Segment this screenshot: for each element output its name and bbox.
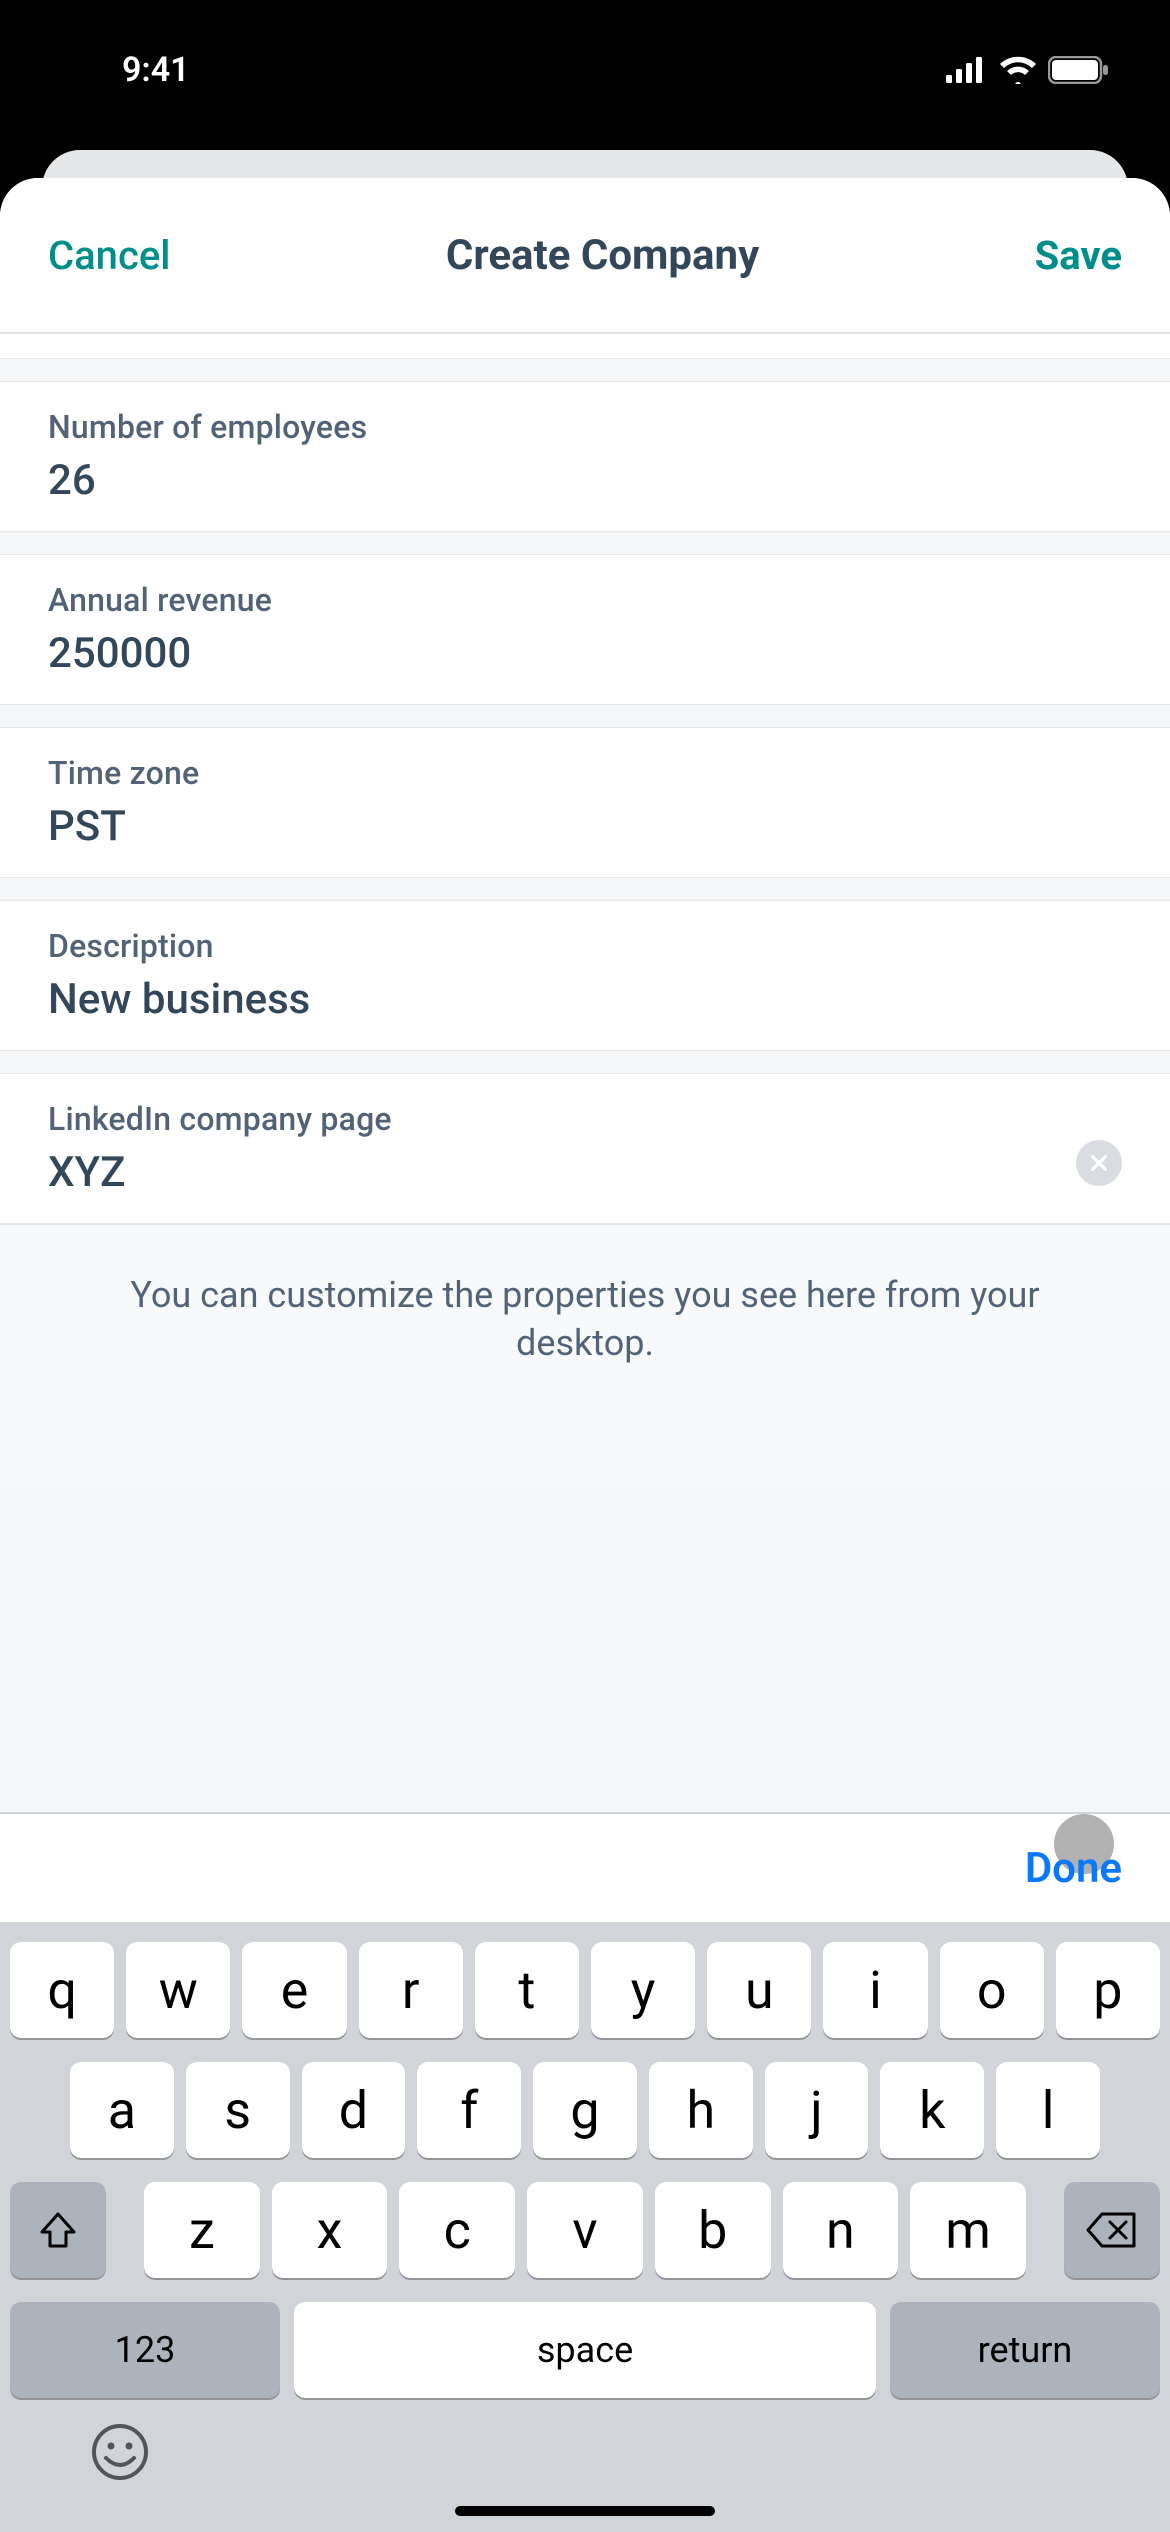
key-return[interactable]: return (890, 2302, 1160, 2398)
field-value: New business (48, 975, 1122, 1024)
emoji-icon[interactable] (90, 2422, 150, 2482)
key-w[interactable]: w (126, 1942, 230, 2038)
keyboard-row-1: q w e r t y u i o p (10, 1942, 1160, 2038)
field-label: Description (48, 927, 1122, 965)
key-n[interactable]: n (783, 2182, 899, 2278)
shift-icon (36, 2208, 80, 2252)
key-h[interactable]: h (649, 2062, 753, 2158)
key-a[interactable]: a (70, 2062, 174, 2158)
key-y[interactable]: y (591, 1942, 695, 2038)
key-u[interactable]: u (707, 1942, 811, 2038)
key-numbers[interactable]: 123 (10, 2302, 280, 2398)
key-s[interactable]: s (186, 2062, 290, 2158)
delete-icon (1086, 2210, 1138, 2250)
field-value: 250000 (48, 629, 1122, 678)
key-p[interactable]: p (1056, 1942, 1160, 2038)
keyboard-row-3: z x c v b n m (10, 2182, 1160, 2278)
key-q[interactable]: q (10, 1942, 114, 2038)
wifi-icon (998, 56, 1038, 84)
key-k[interactable]: k (880, 2062, 984, 2158)
status-icons (946, 56, 1120, 84)
keyboard-row-bottom: 123 space return (10, 2302, 1160, 2398)
field-time-zone[interactable]: Time zone PST (0, 727, 1170, 878)
partial-prev-row (0, 333, 1170, 359)
done-button[interactable]: Done (1025, 1844, 1122, 1893)
field-linkedin-company-page[interactable]: LinkedIn company page XYZ (0, 1073, 1170, 1224)
key-o[interactable]: o (940, 1942, 1044, 2038)
key-delete[interactable] (1064, 2182, 1160, 2278)
clear-field-button[interactable] (1076, 1140, 1122, 1186)
key-t[interactable]: t (475, 1942, 579, 2038)
modal-sheet: Cancel Create Company Save Number of emp… (0, 178, 1170, 2532)
sheet-header: Cancel Create Company Save (0, 178, 1170, 333)
field-annual-revenue[interactable]: Annual revenue 250000 (0, 554, 1170, 705)
field-label: Number of employees (48, 408, 1122, 446)
key-b[interactable]: b (655, 2182, 771, 2278)
field-label: Annual revenue (48, 581, 1122, 619)
key-d[interactable]: d (302, 2062, 406, 2158)
keyboard-accessory-bar: Done (0, 1812, 1170, 1922)
status-time: 9:41 (50, 50, 190, 90)
key-c[interactable]: c (399, 2182, 515, 2278)
customize-info-text: You can customize the properties you see… (0, 1224, 1170, 1487)
key-m[interactable]: m (910, 2182, 1026, 2278)
cancel-button[interactable]: Cancel (48, 232, 170, 279)
cellular-icon (946, 57, 988, 83)
battery-icon (1048, 56, 1110, 84)
close-icon (1088, 1152, 1110, 1174)
field-label: Time zone (48, 754, 1122, 792)
field-label: LinkedIn company page (48, 1100, 1122, 1138)
key-g[interactable]: g (533, 2062, 637, 2158)
field-value: 26 (48, 456, 1122, 505)
keyboard-row-2: a s d f g h j k l (10, 2062, 1160, 2158)
status-bar: 9:41 (0, 0, 1170, 150)
field-value: PST (48, 802, 1122, 851)
key-l[interactable]: l (996, 2062, 1100, 2158)
key-shift[interactable] (10, 2182, 106, 2278)
key-v[interactable]: v (527, 2182, 643, 2278)
key-space[interactable]: space (294, 2302, 876, 2398)
key-j[interactable]: j (765, 2062, 869, 2158)
home-indicator (455, 2506, 715, 2516)
key-z[interactable]: z (144, 2182, 260, 2278)
key-x[interactable]: x (272, 2182, 388, 2278)
keyboard: q w e r t y u i o p a s d f g h j k l (0, 1922, 1170, 2532)
key-e[interactable]: e (242, 1942, 346, 2038)
field-description[interactable]: Description New business (0, 900, 1170, 1051)
field-number-of-employees[interactable]: Number of employees 26 (0, 381, 1170, 532)
field-value: XYZ (48, 1148, 1122, 1197)
key-i[interactable]: i (823, 1942, 927, 2038)
key-r[interactable]: r (359, 1942, 463, 2038)
save-button[interactable]: Save (1035, 232, 1122, 279)
key-f[interactable]: f (417, 2062, 521, 2158)
form-list[interactable]: Number of employees 26 Annual revenue 25… (0, 333, 1170, 1812)
page-title: Create Company (446, 231, 759, 280)
